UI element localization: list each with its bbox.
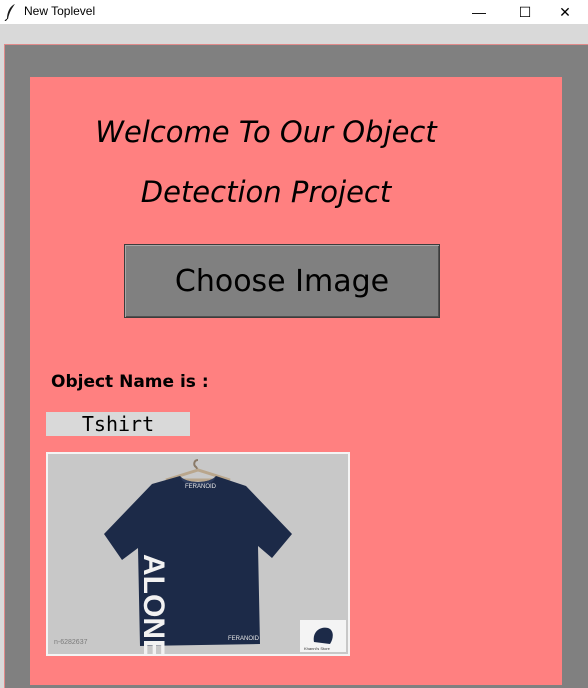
minimize-icon: —: [472, 4, 486, 20]
heading-line-2: Detection Project: [140, 175, 392, 209]
object-name-value: Tshirt: [46, 412, 190, 436]
feather-icon: [4, 4, 15, 21]
object-name-label: Object Name is :: [51, 372, 209, 392]
tshirt-photo: FERANOID ALONE FERANOID n-6282637 Khanni…: [48, 454, 348, 654]
corner-logo-text: Khanni's Store: [304, 646, 331, 651]
title-bar: New Toplevel — ☐ ✕: [0, 0, 588, 24]
choose-image-button[interactable]: Choose Image: [124, 244, 440, 318]
minimize-button[interactable]: —: [456, 0, 502, 24]
hem-brand: FERANOID: [228, 636, 260, 642]
maximize-icon: ☐: [518, 3, 532, 20]
detected-image: FERANOID ALONE FERANOID n-6282637 Khanni…: [46, 452, 350, 656]
collar-brand: FERANOID: [185, 484, 217, 490]
product-code: n-6282637: [54, 639, 88, 646]
window-title: New Toplevel: [24, 4, 96, 18]
shirt-print: ALONE: [137, 554, 170, 654]
heading-line-1: Welcome To Our Object: [95, 115, 437, 149]
main-panel: Welcome To Our Object Detection Project …: [30, 77, 562, 685]
close-button[interactable]: ✕: [542, 0, 588, 24]
close-icon: ✕: [559, 3, 571, 20]
